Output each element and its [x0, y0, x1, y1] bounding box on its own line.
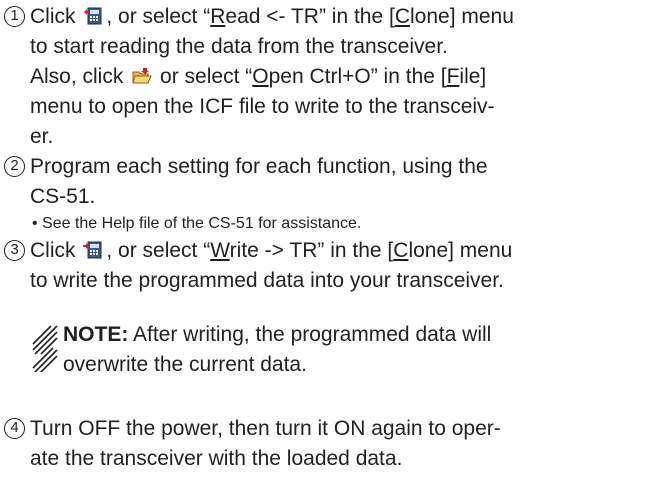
step-number: 4: [4, 418, 25, 439]
read-from-transceiver-icon[interactable]: [83, 6, 104, 27]
note-line-2: overwrite the current data.: [63, 353, 307, 376]
note-label: NOTE:: [63, 323, 129, 346]
note-hatch-icon: [32, 325, 58, 372]
note-box: NOTE: After writing, the programmed data…: [31, 320, 639, 380]
step-2-bullet: • See the Help file of the CS-51 for ass…: [32, 215, 362, 232]
step-1-line-1: Click , or select “Read <- TR” in the [C…: [30, 5, 514, 28]
step-number: 2: [4, 156, 25, 177]
step-1-line-5: er.: [30, 125, 54, 148]
step-1-line-2: to start reading the data from the trans…: [30, 35, 448, 58]
open-folder-icon[interactable]: [131, 66, 152, 87]
step-1-line-4: menu to open the ICF file to write to th…: [30, 95, 495, 118]
step-2-line-2: CS-51.: [30, 185, 96, 208]
step-2-line-1: Program each setting for each function, …: [30, 155, 488, 178]
step-4: 4 Turn OFF the power, then turn it ON ag…: [4, 414, 644, 474]
step-3: 3 Click , or select “Write -> TR” in the…: [4, 236, 644, 296]
step-1: 1 Click , or select “Read <- TR” in the …: [4, 2, 644, 152]
step-4-line-2: ate the transceiver with the loaded data…: [30, 447, 403, 470]
write-to-transceiver-icon[interactable]: [83, 240, 104, 261]
step-2: 2 Program each setting for each function…: [4, 152, 644, 236]
step-number: 1: [4, 6, 25, 27]
step-4-line-1: Turn OFF the power, then turn it ON agai…: [30, 417, 501, 440]
step-3-line-2: to write the programmed data into your t…: [30, 269, 504, 292]
manual-page: 1 Click , or select “Read <- TR” in the …: [0, 0, 646, 488]
step-number: 3: [4, 240, 25, 261]
step-3-line-1: Click , or select “Write -> TR” in the […: [30, 239, 513, 262]
step-1-line-3: Also, click or select “Open Ctrl+O” in t…: [30, 65, 487, 88]
note-line-1: NOTE: After writing, the programmed data…: [63, 323, 492, 346]
